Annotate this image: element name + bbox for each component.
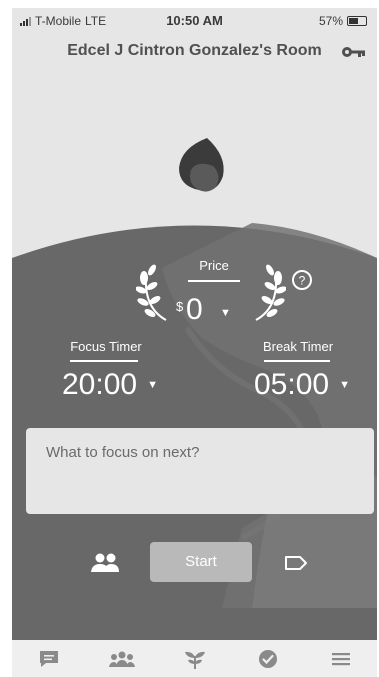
price-dropdown-icon: ▼: [220, 307, 231, 319]
break-timer-selector[interactable]: 05:00 ▼: [254, 368, 350, 402]
price-underline: [188, 280, 240, 282]
focus-timer-underline: [70, 360, 138, 362]
battery-icon: [347, 16, 367, 26]
focus-timer-label: Focus Timer: [70, 339, 142, 354]
tab-bar: [12, 640, 377, 677]
battery-info: 57%: [319, 14, 367, 28]
chat-icon[interactable]: [34, 647, 64, 671]
key-icon[interactable]: [341, 43, 367, 61]
help-icon[interactable]: ?: [290, 268, 314, 292]
group-icon[interactable]: [107, 647, 137, 671]
break-timer-underline: [264, 360, 330, 362]
room-title: Edcel J Cintron Gonzalez's Room: [67, 42, 322, 59]
menu-icon[interactable]: [326, 647, 356, 671]
laurel-left-icon: [136, 264, 167, 321]
break-timer-value: 05:00: [254, 368, 330, 401]
price-selector[interactable]: $ 0 ▼: [176, 293, 256, 333]
tag-icon[interactable]: [284, 554, 308, 572]
plant-icon[interactable]: [180, 647, 210, 671]
focus-timer-dropdown-icon: ▼: [147, 379, 158, 391]
battery-percent: 57%: [318, 14, 343, 28]
focus-timer-selector[interactable]: 20:00 ▼: [62, 368, 158, 402]
svg-text:?: ?: [299, 274, 306, 288]
break-timer-label: Break Timer: [262, 339, 334, 354]
focus-timer-value: 20:00: [62, 368, 138, 401]
status-bar: T-Mobile LTE 10:50 AM 57%: [12, 8, 377, 32]
focus-input[interactable]: What to focus on next?: [26, 428, 374, 514]
price-value: 0: [186, 293, 203, 326]
price-label: Price: [199, 258, 229, 273]
break-timer-dropdown-icon: ▼: [339, 379, 350, 391]
price-currency: $: [176, 299, 184, 314]
people-icon[interactable]: [90, 552, 120, 574]
leaf-icon: [179, 138, 224, 192]
check-circle-icon[interactable]: [253, 647, 283, 671]
start-button[interactable]: Start: [150, 542, 252, 582]
app-screen: T-Mobile LTE 10:50 AM 57% Edcel J Cintro…: [12, 8, 377, 677]
